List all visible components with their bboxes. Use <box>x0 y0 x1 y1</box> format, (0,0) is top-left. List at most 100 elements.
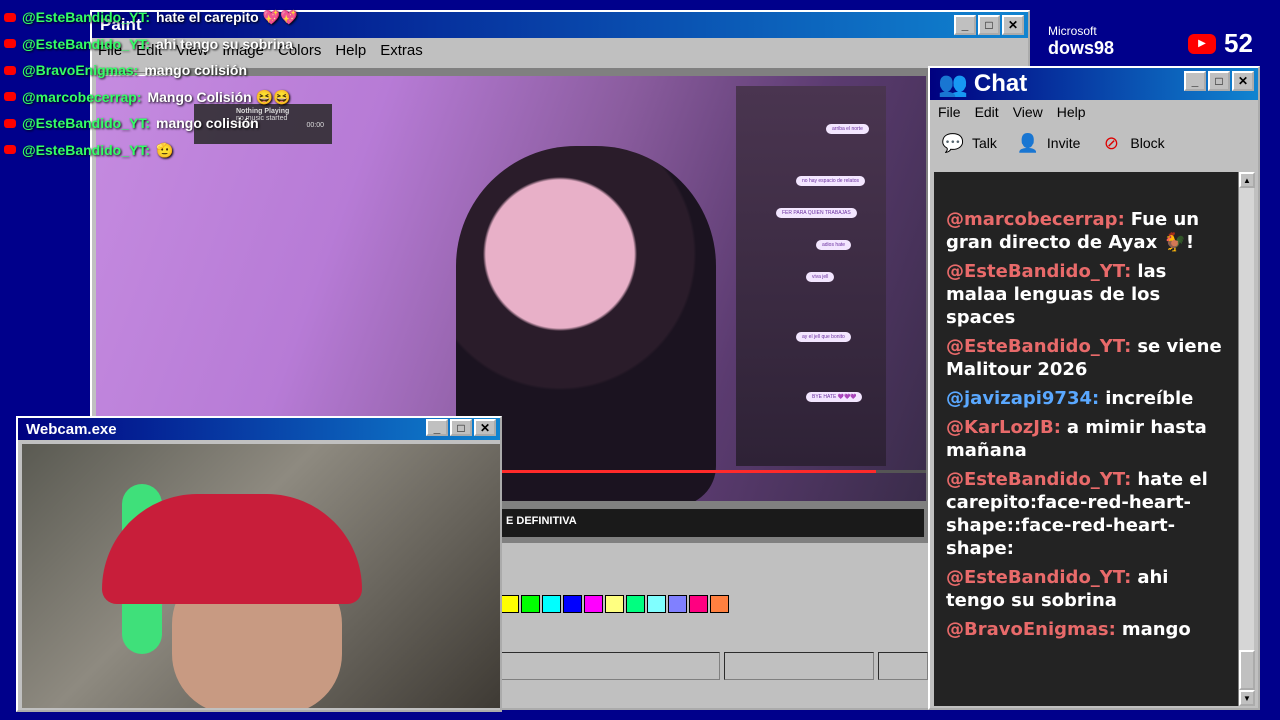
chat-message-list[interactable]: @marcobecerrap: Fue un gran directo de Ay… <box>934 172 1240 706</box>
overlay-chat-row: @BravoEnigmas: mango colisión <box>4 57 297 84</box>
scroll-down-icon[interactable]: ▼ <box>1239 690 1255 706</box>
overlay-chat: @EsteBandido_YT: hate el carepito 💖💖 @Este… <box>4 4 297 163</box>
overlay-username: @EsteBandido_YT: <box>22 115 151 132</box>
status-cell <box>724 652 874 680</box>
invite-button[interactable]: 👤 Invite <box>1015 132 1081 154</box>
chat-bubble: FER PARA QUIEN TRABAJAS <box>776 208 857 218</box>
color-palette <box>500 595 729 613</box>
scroll-up-icon[interactable]: ▲ <box>1239 172 1255 188</box>
youtube-icon <box>4 118 16 128</box>
chat-message: @marcobecerrap: Fue un gran directo de Ay… <box>946 208 1228 254</box>
status-cell <box>500 652 720 680</box>
chat-menubar: File Edit View Help <box>938 104 1086 120</box>
overlay-message: hate el carepito 💖💖 <box>156 9 298 26</box>
palette-swatch[interactable] <box>584 595 603 613</box>
windows-logo: Microsoft dows98 <box>1048 24 1114 59</box>
chat-message: @javizapi9734: increíble <box>946 387 1228 410</box>
chat-menu-edit[interactable]: Edit <box>975 104 999 120</box>
maximize-button[interactable]: □ <box>450 419 472 436</box>
chat-bubble: adios hate <box>816 240 852 250</box>
chat-bubble: ay el jell que bonito <box>796 332 851 342</box>
paint-statusbar <box>500 652 928 680</box>
palette-swatch[interactable] <box>668 595 687 613</box>
chat-username: @EsteBandido_YT: <box>946 336 1132 357</box>
scroll-thumb[interactable] <box>1239 650 1255 690</box>
youtube-icon <box>4 39 16 49</box>
webcam-titlebar[interactable]: Webcam.exe _ □ ✕ <box>18 418 500 440</box>
menu-extras[interactable]: Extras <box>380 42 423 59</box>
overlay-username: @EsteBandido_YT: <box>22 35 151 52</box>
overlay-chat-row: @EsteBandido_YT: mango colisión <box>4 110 297 137</box>
chat-scrollbar[interactable]: ▲ ▼ <box>1238 172 1255 706</box>
palette-swatch[interactable] <box>500 595 519 613</box>
palette-swatch[interactable] <box>710 595 729 613</box>
ms-small-text: Microsoft <box>1048 24 1097 38</box>
chat-username: @EsteBandido_YT: <box>946 469 1132 490</box>
chat-username: @marcobecerrap: <box>946 209 1125 230</box>
webcam-feed <box>22 444 500 708</box>
chat-username: @EsteBandido_YT: <box>946 567 1132 588</box>
overlay-username: @EsteBandido_YT: <box>22 141 151 158</box>
webcam-window: Webcam.exe _ □ ✕ <box>16 416 502 712</box>
invite-icon: 👤 <box>1016 132 1040 153</box>
palette-swatch[interactable] <box>689 595 708 613</box>
chat-window: 👥 Chat _ □ ✕ File Edit View Help 💬 Talk 👤… <box>928 66 1260 710</box>
chat-menu-help[interactable]: Help <box>1057 104 1086 120</box>
chat-username: @BravoEnigmas: <box>946 619 1116 640</box>
chat-bubble: BYE HATE 💜💜💜 <box>806 392 863 402</box>
status-cell <box>878 652 928 680</box>
palette-swatch[interactable] <box>563 595 582 613</box>
palette-swatch[interactable] <box>542 595 561 613</box>
palette-swatch[interactable] <box>605 595 624 613</box>
block-button[interactable]: ⊘ Block <box>1098 132 1165 154</box>
talk-label: Talk <box>972 135 997 151</box>
chat-username: @EsteBandido_YT: <box>946 261 1132 282</box>
now-playing-time-end: 00:00 <box>306 122 324 129</box>
chat-bubble: viva jell <box>806 272 835 282</box>
block-icon: ⊘ <box>1103 132 1119 153</box>
webcam-title: Webcam.exe <box>26 420 117 438</box>
block-label: Block <box>1130 135 1165 151</box>
maximize-button[interactable]: □ <box>978 15 1000 35</box>
overlay-chat-row: @EsteBandido_YT: 🫡 <box>4 137 297 164</box>
palette-swatch[interactable] <box>521 595 540 613</box>
viewer-count: 52 <box>1224 28 1253 58</box>
overlay-message: mango colisión <box>144 62 248 79</box>
invite-label: Invite <box>1046 135 1081 151</box>
video-caption: E DEFINITIVA <box>500 509 924 537</box>
chat-message: @BravoEnigmas: mango <box>946 618 1228 641</box>
chat-username: @javizapi9734: <box>946 388 1100 409</box>
overlay-message: Mango Colisión 😆😆 <box>147 88 291 105</box>
chat-menu-view[interactable]: View <box>1013 104 1043 120</box>
chat-message: @EsteBandido_YT: las malaa lenguas de los… <box>946 260 1228 329</box>
chat-titlebar[interactable]: 👥 Chat _ □ ✕ <box>930 68 1258 100</box>
close-button[interactable]: ✕ <box>1002 15 1024 35</box>
chat-toolbar: 💬 Talk 👤 Invite ⊘ Block <box>940 132 1165 154</box>
minimize-button[interactable]: _ <box>1184 71 1206 91</box>
palette-swatch[interactable] <box>626 595 645 613</box>
chat-message: @KarLozJB: a mimir hasta mañana <box>946 416 1228 462</box>
overlay-message: mango colisión <box>156 115 259 132</box>
minimize-button[interactable]: _ <box>954 15 976 35</box>
youtube-icon <box>4 12 16 22</box>
chat-bubble: no hay espacio de relatos <box>796 176 865 186</box>
chat-username: @KarLozJB: <box>946 417 1061 438</box>
close-button[interactable]: ✕ <box>474 419 496 436</box>
youtube-icon: ▶ <box>1188 33 1216 54</box>
chat-bubble: arriba el norte <box>826 124 869 134</box>
chat-title: Chat <box>973 70 1028 97</box>
palette-swatch[interactable] <box>647 595 666 613</box>
chat-text: increíble <box>1105 388 1194 409</box>
chat-menu-file[interactable]: File <box>938 104 961 120</box>
maximize-button[interactable]: □ <box>1208 71 1230 91</box>
chat-message: @EsteBandido_YT: se viene Malitour 2026 <box>946 335 1228 381</box>
menu-help[interactable]: Help <box>335 42 366 59</box>
overlay-username: @EsteBandido_YT: <box>22 9 151 26</box>
youtube-icon <box>4 145 16 155</box>
overlay-chat-row: @EsteBandido_YT: hate el carepito 💖💖 <box>4 4 297 31</box>
talk-button[interactable]: 💬 Talk <box>940 132 997 154</box>
ms-big-text: dows98 <box>1048 38 1115 58</box>
close-button[interactable]: ✕ <box>1232 71 1254 91</box>
youtube-icon <box>4 65 16 75</box>
minimize-button[interactable]: _ <box>426 419 448 436</box>
